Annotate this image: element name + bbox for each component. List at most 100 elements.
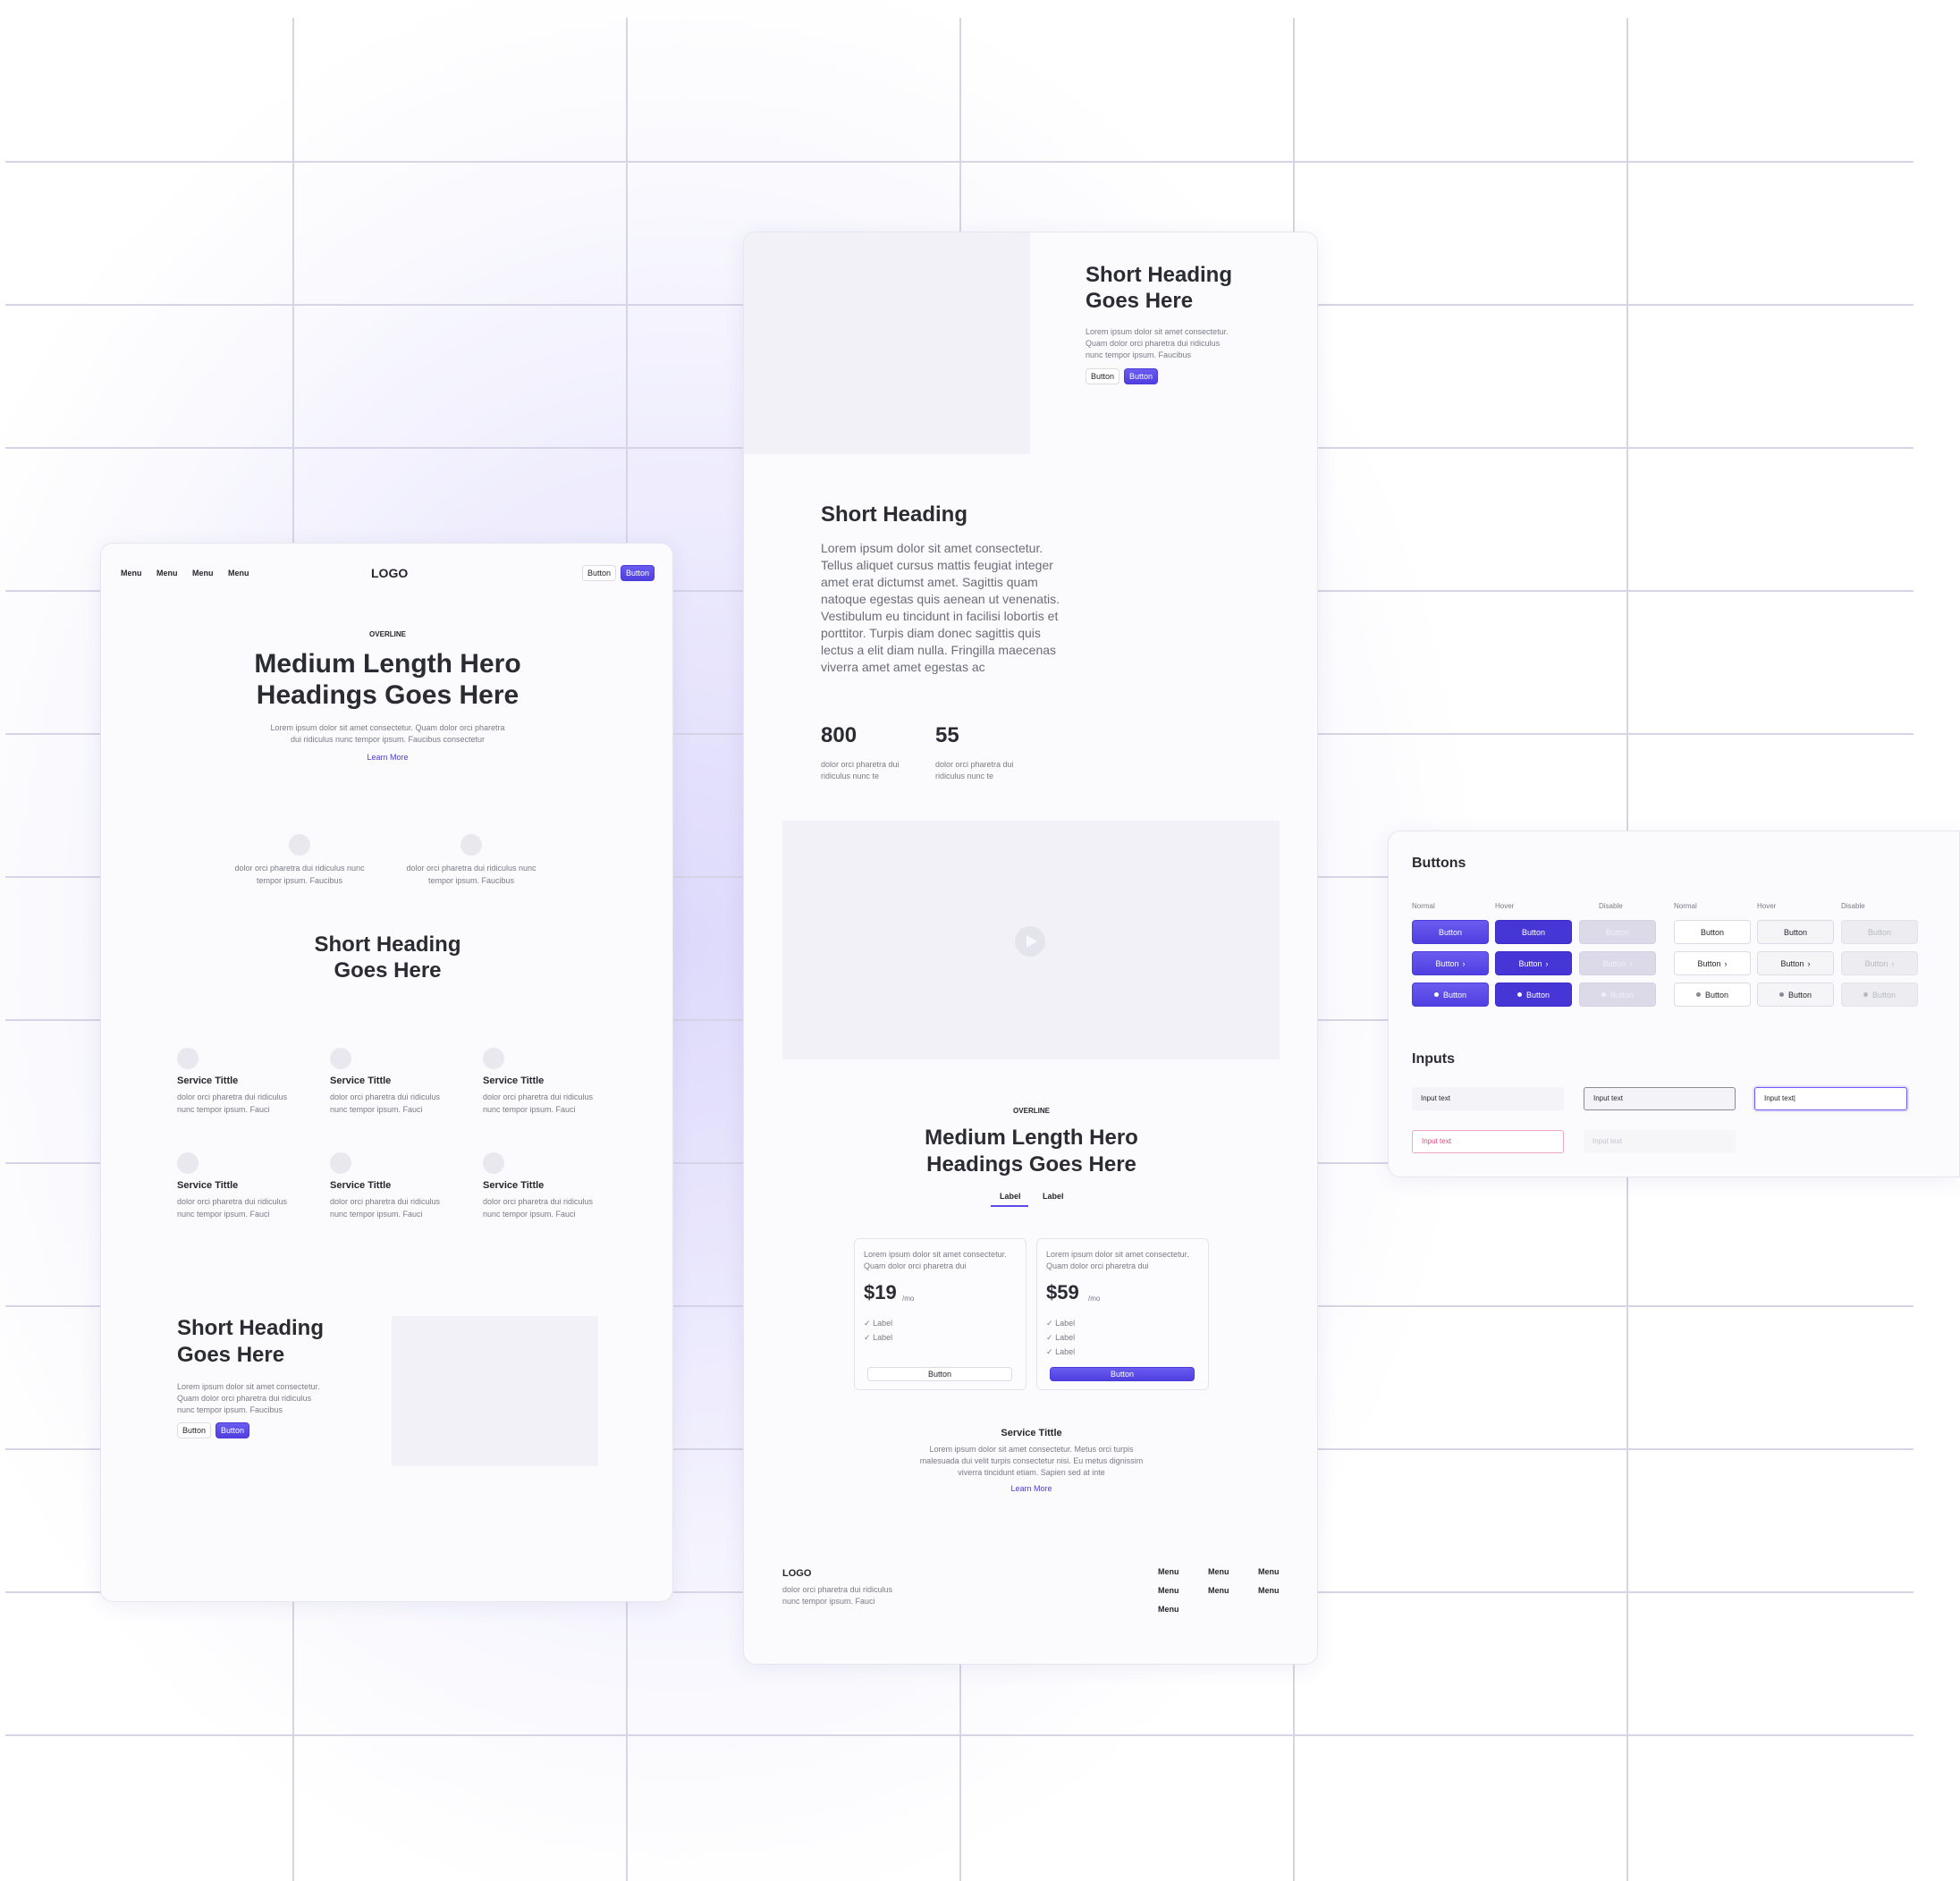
pricing-overline: OVERLINE xyxy=(1013,1107,1050,1115)
footer-menu[interactable]: Menu xyxy=(1258,1586,1280,1595)
service-icon xyxy=(330,1048,351,1069)
footer-menu[interactable]: Menu xyxy=(1208,1586,1229,1595)
nav-menu-1[interactable]: Menu xyxy=(121,569,142,578)
input-disabled[interactable]: Input text xyxy=(1584,1130,1736,1153)
nav-menu-3[interactable]: Menu xyxy=(192,569,214,578)
play-icon xyxy=(1026,935,1037,948)
tab-label-active[interactable]: Label xyxy=(1000,1192,1021,1201)
feature-icon xyxy=(460,834,482,856)
footer-menu[interactable]: Menu xyxy=(1158,1567,1179,1576)
about-paragraph-line: Vestibulum eu tincidunt in facilisi lobo… xyxy=(821,609,1059,623)
nav-menu-4[interactable]: Menu xyxy=(228,569,249,578)
dot-icon xyxy=(1516,992,1522,997)
button-primary-normal[interactable]: Button xyxy=(1412,920,1489,944)
top-button-primary[interactable]: Button xyxy=(1124,368,1158,384)
top-button-outline[interactable]: Button xyxy=(1086,368,1119,384)
plan-feature: ✓ Label xyxy=(864,1317,892,1329)
button-primary-disabled[interactable]: Button xyxy=(1579,920,1656,944)
button-label: Button xyxy=(1442,990,1467,1000)
about-paragraph-line: amet erat dictumst amet. Sagittis quam xyxy=(821,575,1038,589)
nav-button-primary[interactable]: Button xyxy=(621,565,655,581)
button-primary-dot-hover[interactable]: Button xyxy=(1495,983,1572,1007)
button-label: Button xyxy=(1871,990,1897,1000)
plan-button[interactable]: Button xyxy=(867,1367,1012,1381)
play-button[interactable] xyxy=(1015,926,1045,957)
feature-text-line2: tempor ipsum. Faucibus xyxy=(256,876,343,885)
input-text: Input text xyxy=(1593,1094,1623,1102)
plan-feature-label: Label xyxy=(1055,1333,1076,1342)
button-label: Button xyxy=(1518,958,1542,968)
hero-learn-more-link[interactable]: Learn More xyxy=(101,753,672,762)
button-secondary-dot-hover[interactable]: Button xyxy=(1757,983,1834,1007)
about-paragraph-line: porttitor. Turpis diam donec sagittis qu… xyxy=(821,626,1041,640)
logo[interactable]: LOGO xyxy=(371,566,408,580)
footer-menu[interactable]: Menu xyxy=(1258,1567,1280,1576)
button-secondary-dot-normal[interactable]: Button xyxy=(1674,983,1751,1007)
button-primary-hover[interactable]: Button xyxy=(1495,920,1572,944)
plan-feature: ✓ Label xyxy=(1046,1331,1075,1344)
service-icon xyxy=(483,1048,504,1069)
input-normal[interactable]: Input text xyxy=(1412,1087,1564,1110)
plan-desc-line1: Lorem ipsum dolor sit amet consectetur. xyxy=(1046,1250,1189,1259)
bottom-text-line3: nunc tempor ipsum. Faucibus xyxy=(177,1405,283,1414)
input-error[interactable]: Input text xyxy=(1412,1130,1564,1153)
service-learn-more-link[interactable]: Learn More xyxy=(744,1484,1317,1493)
chevron-right-icon: › xyxy=(1629,958,1633,968)
nav-button-outline[interactable]: Button xyxy=(582,565,616,581)
service-text-line2: nunc tempor ipsum. Fauci xyxy=(483,1105,576,1114)
chevron-right-icon: › xyxy=(1724,958,1728,968)
service-title: Service Tittle xyxy=(483,1075,545,1086)
button-secondary-chevron-hover[interactable]: Button › xyxy=(1757,951,1834,975)
button-label: Button xyxy=(1704,990,1729,1000)
button-label: Button xyxy=(1605,927,1630,937)
button-primary-chevron-disabled[interactable]: Button › xyxy=(1579,951,1656,975)
button-secondary-chevron-disabled[interactable]: Button › xyxy=(1841,951,1918,975)
plan-button-primary[interactable]: Button xyxy=(1050,1367,1195,1381)
chevron-right-icon: › xyxy=(1462,958,1466,968)
button-label: Button xyxy=(1609,990,1635,1000)
button-secondary-chevron-normal[interactable]: Button › xyxy=(1674,951,1751,975)
nav-menu-2[interactable]: Menu xyxy=(156,569,178,578)
service-text-line1: dolor orci pharetra dui ridiculus xyxy=(177,1092,288,1101)
footer-menu[interactable]: Menu xyxy=(1158,1586,1179,1595)
column-header: Disable xyxy=(1599,902,1623,910)
dot-icon xyxy=(1778,992,1784,997)
service-text-line2: malesuada dui velit turpis consectetur n… xyxy=(919,1456,1144,1465)
button-secondary-hover[interactable]: Button xyxy=(1757,920,1834,944)
column-header: Hover xyxy=(1495,902,1515,910)
footer-menu[interactable]: Menu xyxy=(1208,1567,1229,1576)
plan-feature: ✓ Label xyxy=(1046,1317,1075,1329)
service-text-line3: viverra tincidunt etiam. Sapien sed at i… xyxy=(958,1468,1105,1477)
about-heading: Short Heading xyxy=(821,502,968,527)
button-label: Button xyxy=(1864,958,1888,968)
button-secondary-disabled[interactable]: Button xyxy=(1841,920,1918,944)
input-hover[interactable]: Input text xyxy=(1584,1087,1736,1110)
button-secondary-normal[interactable]: Button xyxy=(1674,920,1751,944)
dot-icon xyxy=(1695,992,1701,997)
button-label: Button xyxy=(1787,990,1812,1000)
button-label: Button xyxy=(1700,927,1725,937)
plan-feature-label: Label xyxy=(1055,1347,1076,1356)
service-text-line1: Lorem ipsum dolor sit amet consectetur. … xyxy=(929,1445,1134,1454)
input-focus[interactable]: Input text| xyxy=(1754,1087,1907,1110)
pricing-title-line1: Medium Length Hero xyxy=(925,1126,1138,1150)
check-icon: ✓ xyxy=(864,1319,871,1328)
tab-label[interactable]: Label xyxy=(1043,1192,1064,1201)
footer-logo[interactable]: LOGO xyxy=(782,1568,811,1579)
button-primary-dot-normal[interactable]: Button xyxy=(1412,983,1489,1007)
top-heading-line2: Goes Here xyxy=(1086,289,1194,313)
button-secondary-dot-disabled[interactable]: Button xyxy=(1841,983,1918,1007)
button-primary-chevron-hover[interactable]: Button › xyxy=(1495,951,1572,975)
bottom-button-outline[interactable]: Button xyxy=(177,1422,211,1438)
plan-period: /mo xyxy=(1088,1295,1101,1303)
button-primary-dot-disabled[interactable]: Button xyxy=(1579,983,1656,1007)
column-header: Hover xyxy=(1757,902,1777,910)
column-header: Normal xyxy=(1674,902,1697,910)
service-title: Service Tittle xyxy=(330,1180,392,1191)
footer-menu[interactable]: Menu xyxy=(1158,1605,1179,1614)
column-header: Normal xyxy=(1412,902,1435,910)
bottom-button-primary[interactable]: Button xyxy=(215,1422,249,1438)
button-primary-chevron-normal[interactable]: Button › xyxy=(1412,951,1489,975)
service-title: Service Tittle xyxy=(177,1075,239,1086)
bottom-text-line1: Lorem ipsum dolor sit amet consectetur. xyxy=(177,1382,320,1391)
